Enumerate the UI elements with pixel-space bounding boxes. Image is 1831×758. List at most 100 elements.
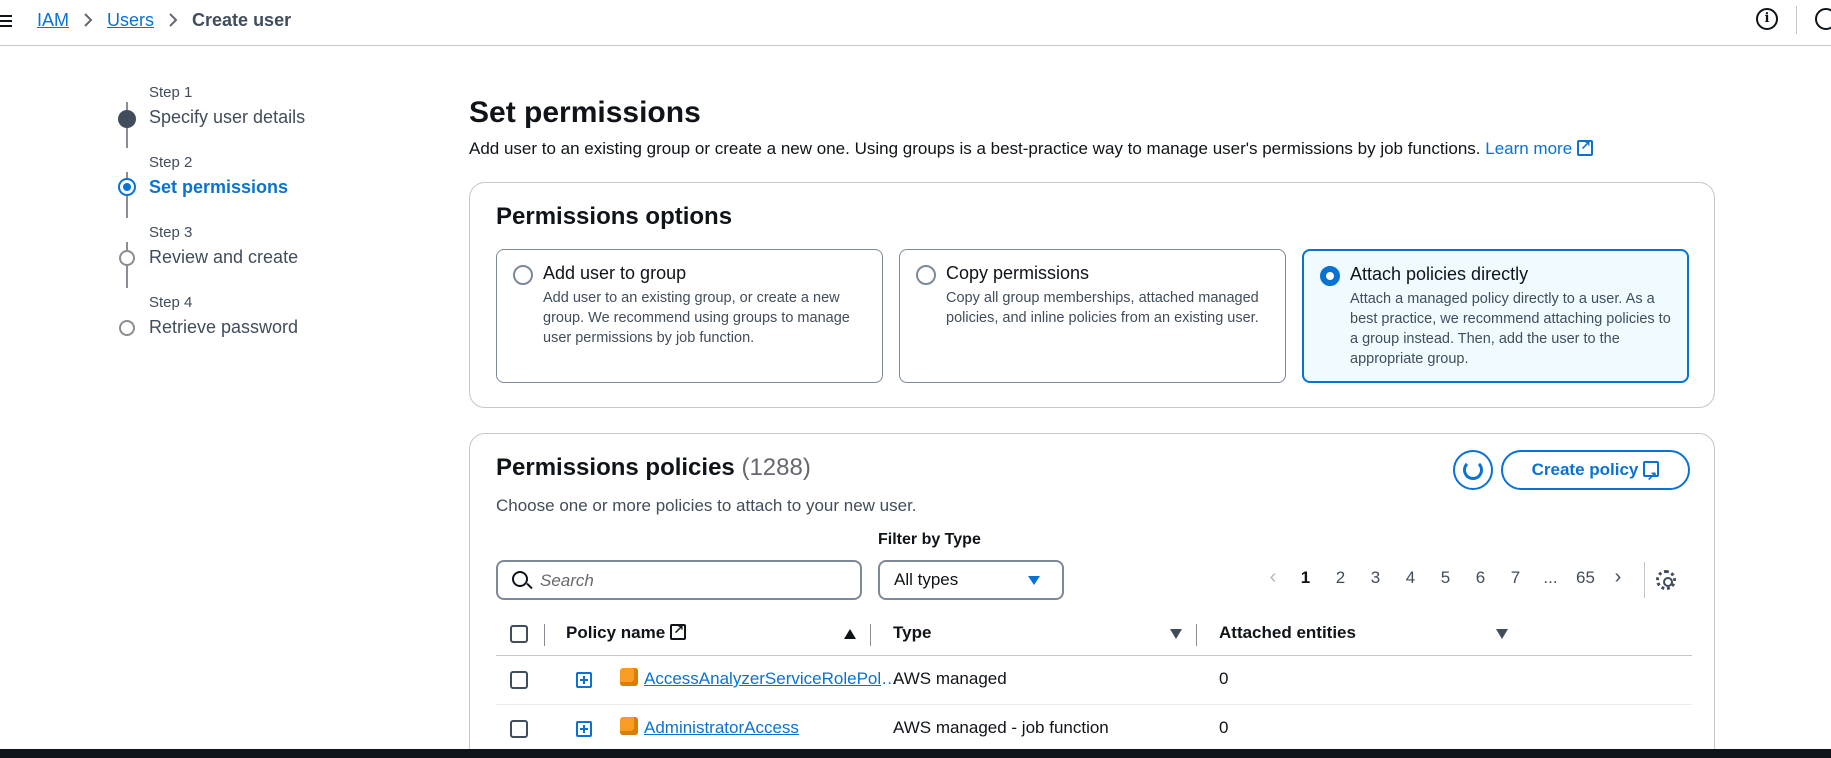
step-pending-icon — [119, 250, 135, 266]
policy-cube-icon — [620, 668, 638, 686]
step-number: Step 1 — [149, 84, 193, 101]
step-complete-icon — [118, 110, 136, 128]
step-label: Retrieve password — [149, 317, 299, 337]
policies-description: Choose one or more policies to attach to… — [496, 496, 917, 515]
option-description: Copy all group memberships, attached man… — [946, 290, 1259, 326]
page-7[interactable]: 7 — [1498, 568, 1533, 588]
previous-page-icon[interactable]: ‹ — [1258, 566, 1288, 589]
radio-button[interactable] — [916, 265, 936, 285]
page-3[interactable]: 3 — [1358, 568, 1393, 588]
search-input[interactable] — [540, 568, 850, 594]
option-title: Copy permissions — [946, 263, 1090, 283]
option-title: Attach policies directly — [1350, 264, 1529, 284]
policies-title-text: Permissions policies — [496, 454, 735, 481]
expand-icon[interactable] — [576, 721, 592, 737]
option-description: Attach a managed policy directly to a us… — [1350, 291, 1671, 367]
refresh-icon — [1463, 460, 1483, 480]
option-title: Add user to group — [543, 263, 687, 283]
search-icon — [512, 571, 528, 587]
radio-button[interactable] — [513, 265, 533, 285]
page-6[interactable]: 6 — [1463, 568, 1498, 588]
attached-entities: 0 — [1219, 718, 1229, 737]
external-link-icon — [1643, 459, 1660, 495]
caret-down-icon — [1028, 576, 1040, 585]
page-4[interactable]: 4 — [1393, 568, 1428, 588]
type-filter-value: All types — [894, 570, 959, 589]
external-link-icon — [1577, 138, 1594, 156]
permissions-policies-panel: Permissions policies (1288) Create polic… — [469, 433, 1715, 758]
learn-more-link[interactable]: Learn more — [1485, 138, 1594, 158]
row-checkbox[interactable] — [510, 720, 528, 738]
column-divider — [870, 624, 871, 646]
sort-ascending-icon[interactable] — [844, 629, 856, 639]
sort-icon[interactable] — [1496, 629, 1508, 639]
policy-name-link[interactable]: AccessAnalyzerServiceRolePolicy — [644, 669, 900, 689]
create-policy-button[interactable]: Create policy — [1501, 450, 1690, 495]
pagination: ‹ 1 2 3 4 5 6 7 ... 65 › — [1258, 566, 1633, 589]
page-2[interactable]: 2 — [1323, 568, 1358, 588]
page-title: Set permissions — [469, 96, 701, 129]
radio-button-selected[interactable] — [1320, 266, 1340, 286]
divider — [1796, 6, 1797, 34]
filter-by-type-label: Filter by Type — [878, 531, 981, 548]
option-copy-permissions[interactable]: Copy permissions Copy all group membersh… — [899, 249, 1286, 383]
step-label-active: Set permissions — [149, 177, 289, 197]
settings-icon[interactable] — [1815, 8, 1831, 30]
gear-icon[interactable] — [1656, 570, 1676, 590]
column-policy-name[interactable]: Policy name — [566, 622, 687, 643]
next-page-icon[interactable]: › — [1603, 566, 1633, 589]
page-ellipsis: ... — [1543, 567, 1558, 587]
external-link-icon — [670, 622, 687, 640]
column-attached-entities[interactable]: Attached entities — [1219, 623, 1356, 643]
info-icon[interactable]: i — [1756, 8, 1778, 30]
step-label: Review and create — [149, 247, 299, 267]
permissions-policies-title: Permissions policies (1288) — [496, 454, 811, 482]
policy-type: AWS managed — [893, 669, 1007, 688]
policy-type: AWS managed - job function — [893, 718, 1109, 737]
menu-icon[interactable] — [0, 12, 14, 28]
page-1[interactable]: 1 — [1288, 568, 1323, 588]
column-policy-name-label: Policy name — [566, 623, 666, 642]
sort-icon[interactable] — [1170, 629, 1182, 639]
step-number: Step 2 — [149, 154, 193, 171]
step-number: Step 4 — [149, 294, 193, 311]
type-filter-select[interactable]: All types — [878, 560, 1064, 600]
search-field[interactable] — [496, 560, 862, 600]
breadcrumb-current: Create user — [192, 9, 292, 30]
expand-icon[interactable] — [576, 672, 592, 688]
select-all-checkbox[interactable] — [510, 625, 528, 643]
option-description: Add user to an existing group, or create… — [543, 290, 850, 346]
policy-cube-icon — [620, 717, 638, 735]
row-checkbox[interactable] — [510, 671, 528, 689]
table-row: AdministratorAccess AWS managed - job fu… — [496, 705, 1692, 754]
permissions-options-title: Permissions options — [496, 203, 733, 230]
attached-entities: 0 — [1219, 669, 1229, 688]
page-description: Add user to an existing group or create … — [469, 138, 1594, 159]
learn-more-label: Learn more — [1485, 139, 1573, 158]
column-divider — [1196, 624, 1197, 646]
table-row: AccessAnalyzerServiceRolePolicy AWS mana… — [496, 656, 1692, 705]
page-description-text: Add user to an existing group or create … — [469, 139, 1481, 158]
step-label[interactable]: Specify user details — [149, 107, 305, 128]
step-pending-icon — [119, 320, 135, 336]
breadcrumb-users[interactable]: Users — [107, 10, 154, 31]
permissions-options-panel: Permissions options Add user to group Ad… — [469, 182, 1715, 408]
step-current-icon — [118, 178, 136, 196]
chevron-right-icon — [169, 13, 178, 27]
policies-count: (1288) — [741, 454, 811, 481]
bottom-bar — [0, 749, 1831, 758]
top-navigation: IAM Users Create user i — [0, 0, 1831, 46]
page-5[interactable]: 5 — [1428, 568, 1463, 588]
step-number: Step 3 — [149, 224, 193, 241]
column-divider — [544, 624, 545, 646]
chevron-right-icon — [84, 13, 93, 27]
refresh-button[interactable] — [1453, 450, 1493, 490]
policy-name-link[interactable]: AdministratorAccess — [644, 718, 799, 738]
table-header: Policy name Type Attached entities — [496, 612, 1692, 656]
option-attach-policies[interactable]: Attach policies directly Attach a manage… — [1302, 249, 1689, 383]
breadcrumb-iam[interactable]: IAM — [37, 10, 69, 31]
column-type[interactable]: Type — [893, 623, 931, 643]
page-65[interactable]: 65 — [1568, 568, 1603, 588]
create-policy-label: Create policy — [1531, 460, 1639, 479]
option-add-to-group[interactable]: Add user to group Add user to an existin… — [496, 249, 883, 383]
